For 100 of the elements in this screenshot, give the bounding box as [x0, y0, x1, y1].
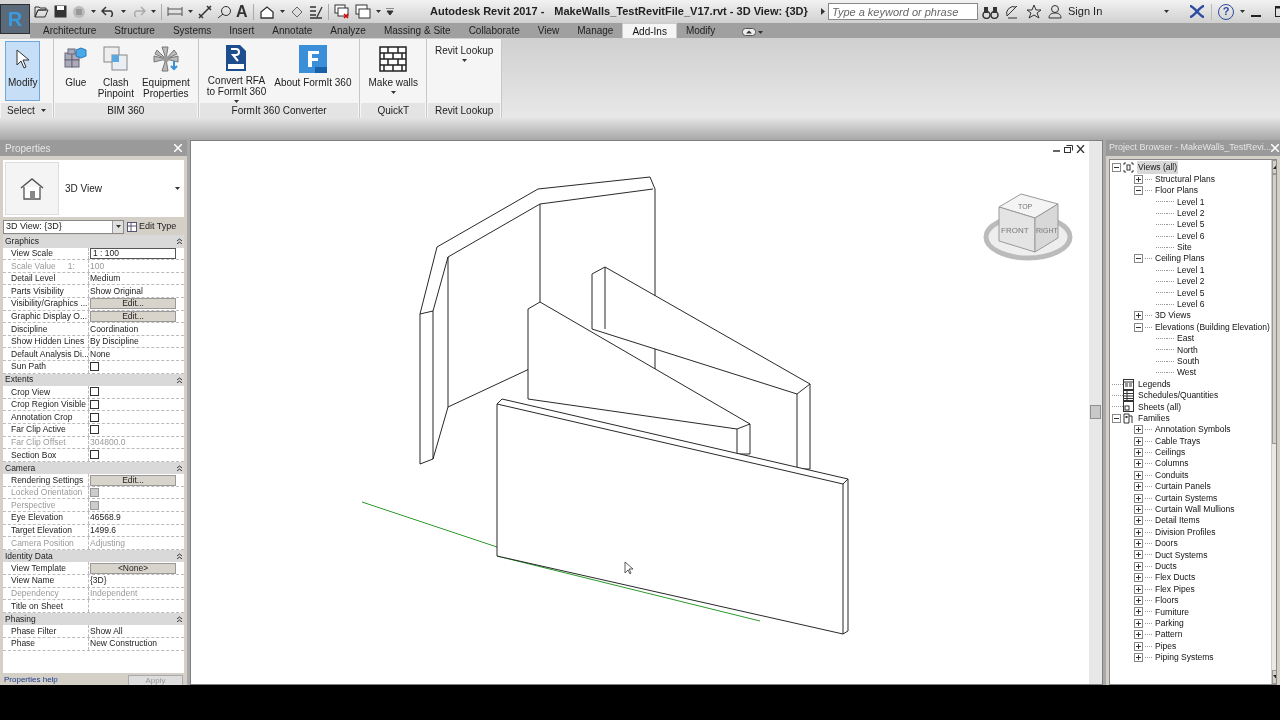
tree-item[interactable]: Ducts [1154, 560, 1178, 573]
checkbox[interactable] [90, 425, 99, 435]
tree-item[interactable]: Level 6 [1176, 229, 1206, 243]
tree-item[interactable]: South [1176, 354, 1201, 368]
collapse-icon[interactable] [1112, 413, 1121, 423]
customize-caret-icon[interactable] [385, 8, 394, 15]
tree-item[interactable]: 3D Views [1154, 309, 1192, 323]
section-icon[interactable] [289, 4, 304, 19]
collapse-icon[interactable] [177, 376, 182, 383]
tree-item[interactable]: Columns [1154, 457, 1190, 471]
checkbox[interactable] [90, 400, 99, 409]
tree-item[interactable]: Level 6 [1176, 298, 1206, 311]
expand-icon[interactable] [1134, 641, 1143, 651]
tree-item[interactable]: Annotation Symbols [1154, 423, 1232, 437]
tree-item[interactable]: Schedules/Quantities [1137, 389, 1220, 402]
tree-item[interactable]: Level 5 [1176, 218, 1206, 232]
satellite-dish-icon[interactable] [1005, 4, 1020, 19]
tree-item[interactable]: Cable Trays [1154, 434, 1202, 448]
tree-item[interactable]: Legends [1137, 377, 1172, 391]
tree-item[interactable]: Curtain Systems [1154, 491, 1219, 505]
tree-item[interactable]: Floor Plans [1154, 184, 1199, 197]
tree-item[interactable]: Families [1137, 411, 1171, 425]
caret-icon[interactable] [40, 109, 46, 112]
collapse-icon[interactable] [177, 238, 182, 245]
expand-icon[interactable] [1134, 493, 1143, 503]
expand-icon[interactable] [1134, 174, 1143, 184]
expand-icon[interactable] [1134, 459, 1143, 469]
binoculars-icon[interactable] [982, 4, 999, 19]
caret-icon[interactable] [188, 10, 193, 13]
tree-item[interactable]: Sheets (all) [1137, 400, 1182, 414]
tree-item[interactable]: Pattern [1154, 628, 1184, 642]
ribbon-button[interactable]: About FormIt 360 [271, 41, 355, 101]
thin-lines-icon[interactable] [308, 4, 323, 19]
ribbon-tab[interactable]: Analyze [321, 23, 375, 38]
expand-icon[interactable] [1134, 607, 1143, 617]
tag-icon[interactable] [217, 4, 231, 19]
property-button[interactable]: <None> [90, 562, 176, 574]
caret-icon[interactable] [151, 10, 156, 13]
expand-icon[interactable] [1134, 550, 1143, 560]
expand-arrow-icon[interactable] [821, 8, 825, 15]
close-windows-icon[interactable] [333, 4, 350, 19]
collapse-icon[interactable] [1134, 254, 1143, 264]
checkbox[interactable] [90, 387, 99, 397]
expand-icon[interactable] [1134, 653, 1143, 662]
ribbon-tab[interactable]: Architecture [34, 23, 106, 38]
restore-icon[interactable] [1064, 145, 1073, 153]
ribbon-tab[interactable]: Manage [568, 23, 623, 38]
tree-item[interactable]: Curtain Panels [1154, 480, 1212, 493]
ribbon-button[interactable]: Revit Lookup [431, 41, 497, 101]
expand-icon[interactable] [1134, 561, 1143, 571]
section-header[interactable]: Identity Data [3, 549, 184, 563]
tree-item[interactable]: Level 1 [1176, 263, 1206, 277]
ribbon-button[interactable]: Glue [58, 41, 93, 101]
collapse-icon[interactable] [177, 465, 182, 471]
tree-item[interactable]: Pipes [1154, 639, 1178, 653]
tree-item[interactable]: Duct Systems [1154, 548, 1209, 562]
tree-item[interactable]: Furniture [1154, 605, 1190, 619]
star-icon[interactable] [1026, 4, 1042, 19]
collapse-icon[interactable] [1112, 163, 1121, 173]
edit-type-button[interactable]: Edit Type [127, 219, 177, 234]
expand-icon[interactable] [1134, 539, 1143, 549]
tree-item[interactable]: Level 2 [1176, 275, 1206, 288]
property-button[interactable]: Edit... [90, 310, 176, 322]
tree-item[interactable]: Flex Ducts [1154, 571, 1197, 585]
caret-icon[interactable] [91, 10, 96, 13]
expand-icon[interactable] [1134, 596, 1143, 606]
ribbon-tab[interactable]: Insert [220, 23, 264, 38]
ribbon-button[interactable]: Clash Pinpoint [94, 41, 137, 101]
tree-item[interactable]: Level 2 [1176, 206, 1206, 220]
ribbon-tab[interactable]: View [528, 23, 569, 38]
ribbon-tab[interactable]: Systems [163, 23, 221, 38]
ribbon-button[interactable]: Equipment Properties [138, 41, 193, 101]
tree-item[interactable]: Ceilings [1154, 446, 1187, 459]
tree-item[interactable]: Curtain Wall Mullions [1154, 503, 1236, 516]
tree-item[interactable]: Division Profiles [1154, 525, 1217, 539]
expand-icon[interactable] [1134, 436, 1143, 446]
section-header[interactable]: Phasing [3, 612, 184, 626]
house-icon[interactable] [258, 4, 275, 19]
expand-icon[interactable] [1134, 618, 1143, 628]
tree-item[interactable]: Detail Items [1154, 514, 1201, 528]
tree-item[interactable]: West [1176, 366, 1198, 380]
expand-icon[interactable] [1134, 482, 1143, 492]
tree-item[interactable]: Site [1176, 241, 1193, 254]
ribbon-tab[interactable]: Modify [676, 23, 725, 38]
undo-icon[interactable] [101, 6, 116, 17]
caret-icon[interactable] [279, 10, 285, 13]
ribbon-button[interactable]: Modify [5, 41, 41, 101]
section-header[interactable]: Extents [3, 373, 184, 387]
user-icon[interactable] [1048, 4, 1062, 19]
ribbon-button[interactable]: Convert RFA to FormIt 360 [203, 41, 270, 101]
close-icon[interactable] [1076, 145, 1085, 153]
view-dropdown[interactable]: 3D View: {3D} [3, 219, 124, 234]
ribbon-button[interactable]: Make walls [365, 41, 421, 101]
ribbon-tab[interactable]: Collaborate [459, 23, 529, 38]
caret-icon[interactable] [1164, 10, 1169, 13]
tree-item[interactable]: Doors [1154, 537, 1179, 550]
tree-item[interactable]: Ceiling Plans [1154, 252, 1206, 266]
checkbox[interactable] [90, 450, 99, 460]
expand-icon[interactable] [1134, 447, 1143, 457]
expand-icon[interactable] [1134, 527, 1143, 537]
